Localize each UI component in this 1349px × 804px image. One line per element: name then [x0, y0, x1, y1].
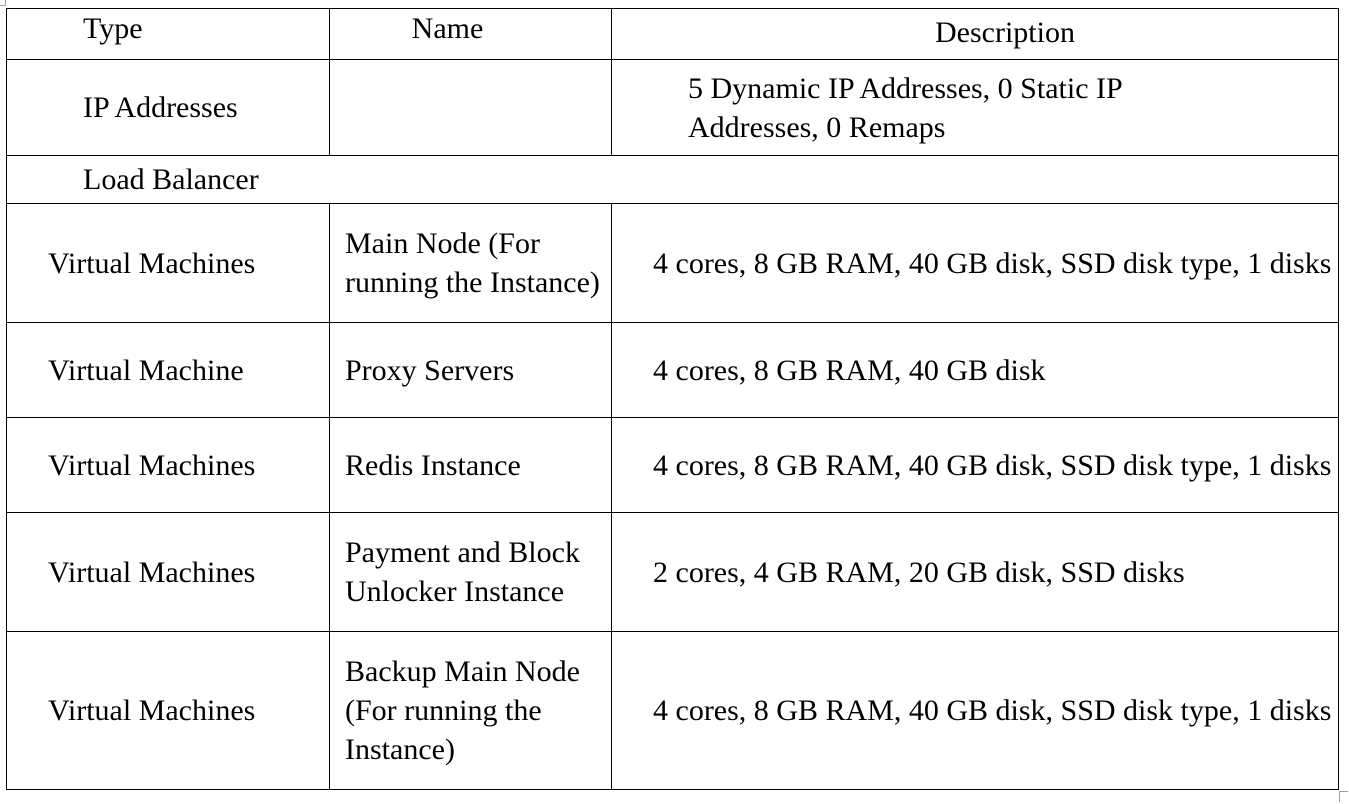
cell-type: IP Addresses	[6, 59, 330, 156]
table-row: IP Addresses 5 Dynamic IP Addresses, 0 S…	[6, 59, 1339, 156]
cell-description: 4 cores, 8 GB RAM, 40 GB disk, SSD disk …	[611, 631, 1339, 790]
cell-description: 2 cores, 4 GB RAM, 20 GB disk, SSD disks	[611, 512, 1339, 632]
table-header-row: Type Name Description	[6, 8, 1339, 60]
cell-name: Backup Main Node (For running the Instan…	[329, 631, 612, 790]
header-type: Type	[6, 8, 330, 60]
header-description: Description	[611, 8, 1339, 60]
resources-table: Type Name Description IP Addresses 5 Dyn…	[6, 8, 1339, 790]
cell-name: Proxy Servers	[329, 322, 612, 418]
table-row: Virtual Machine Proxy Servers 4 cores, 8…	[6, 322, 1339, 418]
cell-type: Virtual Machine	[6, 322, 330, 418]
table-row: Virtual Machines Backup Main Node (For r…	[6, 631, 1339, 790]
cell-type: Virtual Machines	[6, 512, 330, 632]
header-name: Name	[329, 8, 612, 60]
cell-name: Redis Instance	[329, 417, 612, 513]
text-boundary-corner-bottom-right	[1339, 791, 1348, 802]
table-row: Load Balancer	[6, 155, 1339, 204]
text-boundary-corner-top-left	[0, 0, 6, 6]
cell-name	[329, 59, 612, 156]
cell-description: 4 cores, 8 GB RAM, 40 GB disk	[611, 322, 1339, 418]
cell-type: Virtual Machines	[6, 203, 330, 323]
table-row: Virtual Machines Redis Instance 4 cores,…	[6, 417, 1339, 513]
cell-description: 4 cores, 8 GB RAM, 40 GB disk, SSD disk …	[611, 203, 1339, 323]
table-row: Virtual Machines Payment and Block Unloc…	[6, 512, 1339, 632]
cell-description: 4 cores, 8 GB RAM, 40 GB disk, SSD disk …	[611, 417, 1339, 513]
table-row: Virtual Machines Main Node (For running …	[6, 203, 1339, 323]
cell-type: Load Balancer	[6, 155, 1339, 204]
cell-name: Payment and Block Unlocker Instance	[329, 512, 612, 632]
cell-type: Virtual Machines	[6, 631, 330, 790]
cell-name: Main Node (For running the Instance)	[329, 203, 612, 323]
cell-description: 5 Dynamic IP Addresses, 0 Static IP Addr…	[611, 59, 1339, 156]
cell-type: Virtual Machines	[6, 417, 330, 513]
